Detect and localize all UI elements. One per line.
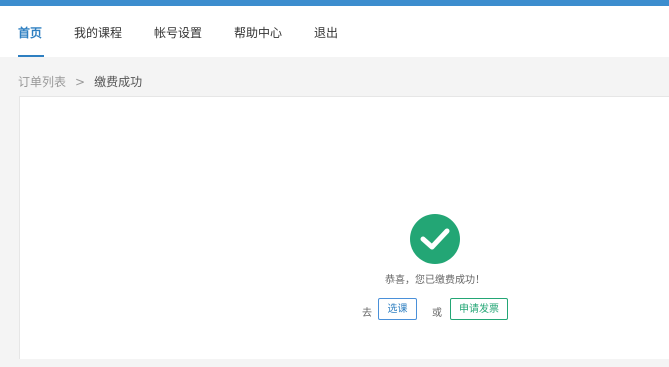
go-text: 去 — [362, 308, 372, 319]
top-nav: 首页 我的课程 帐号设置 帮助中心 退出 — [0, 6, 669, 57]
apply-invoice-button[interactable]: 申请发票 — [450, 298, 508, 320]
breadcrumb-separator: > — [75, 75, 86, 89]
or-text: 或 — [432, 308, 442, 319]
select-course-button[interactable]: 选课 — [378, 298, 417, 320]
breadcrumb-current: 缴费成功 — [94, 75, 143, 89]
breadcrumb: 订单列表 > 缴费成功 — [18, 73, 142, 90]
nav-item-help-center[interactable]: 帮助中心 — [234, 24, 282, 41]
nav-item-my-courses[interactable]: 我的课程 — [74, 24, 122, 41]
nav-item-home[interactable]: 首页 — [18, 24, 42, 41]
checkmark-icon — [420, 228, 450, 250]
nav-item-account-settings[interactable]: 帐号设置 — [154, 24, 202, 41]
content-panel — [19, 96, 669, 359]
breadcrumb-order-list-link[interactable]: 订单列表 — [18, 75, 66, 89]
check-circle-icon — [410, 214, 460, 264]
nav-item-logout[interactable]: 退出 — [314, 24, 338, 41]
success-message: 恭喜，您已缴费成功！ — [385, 275, 485, 286]
